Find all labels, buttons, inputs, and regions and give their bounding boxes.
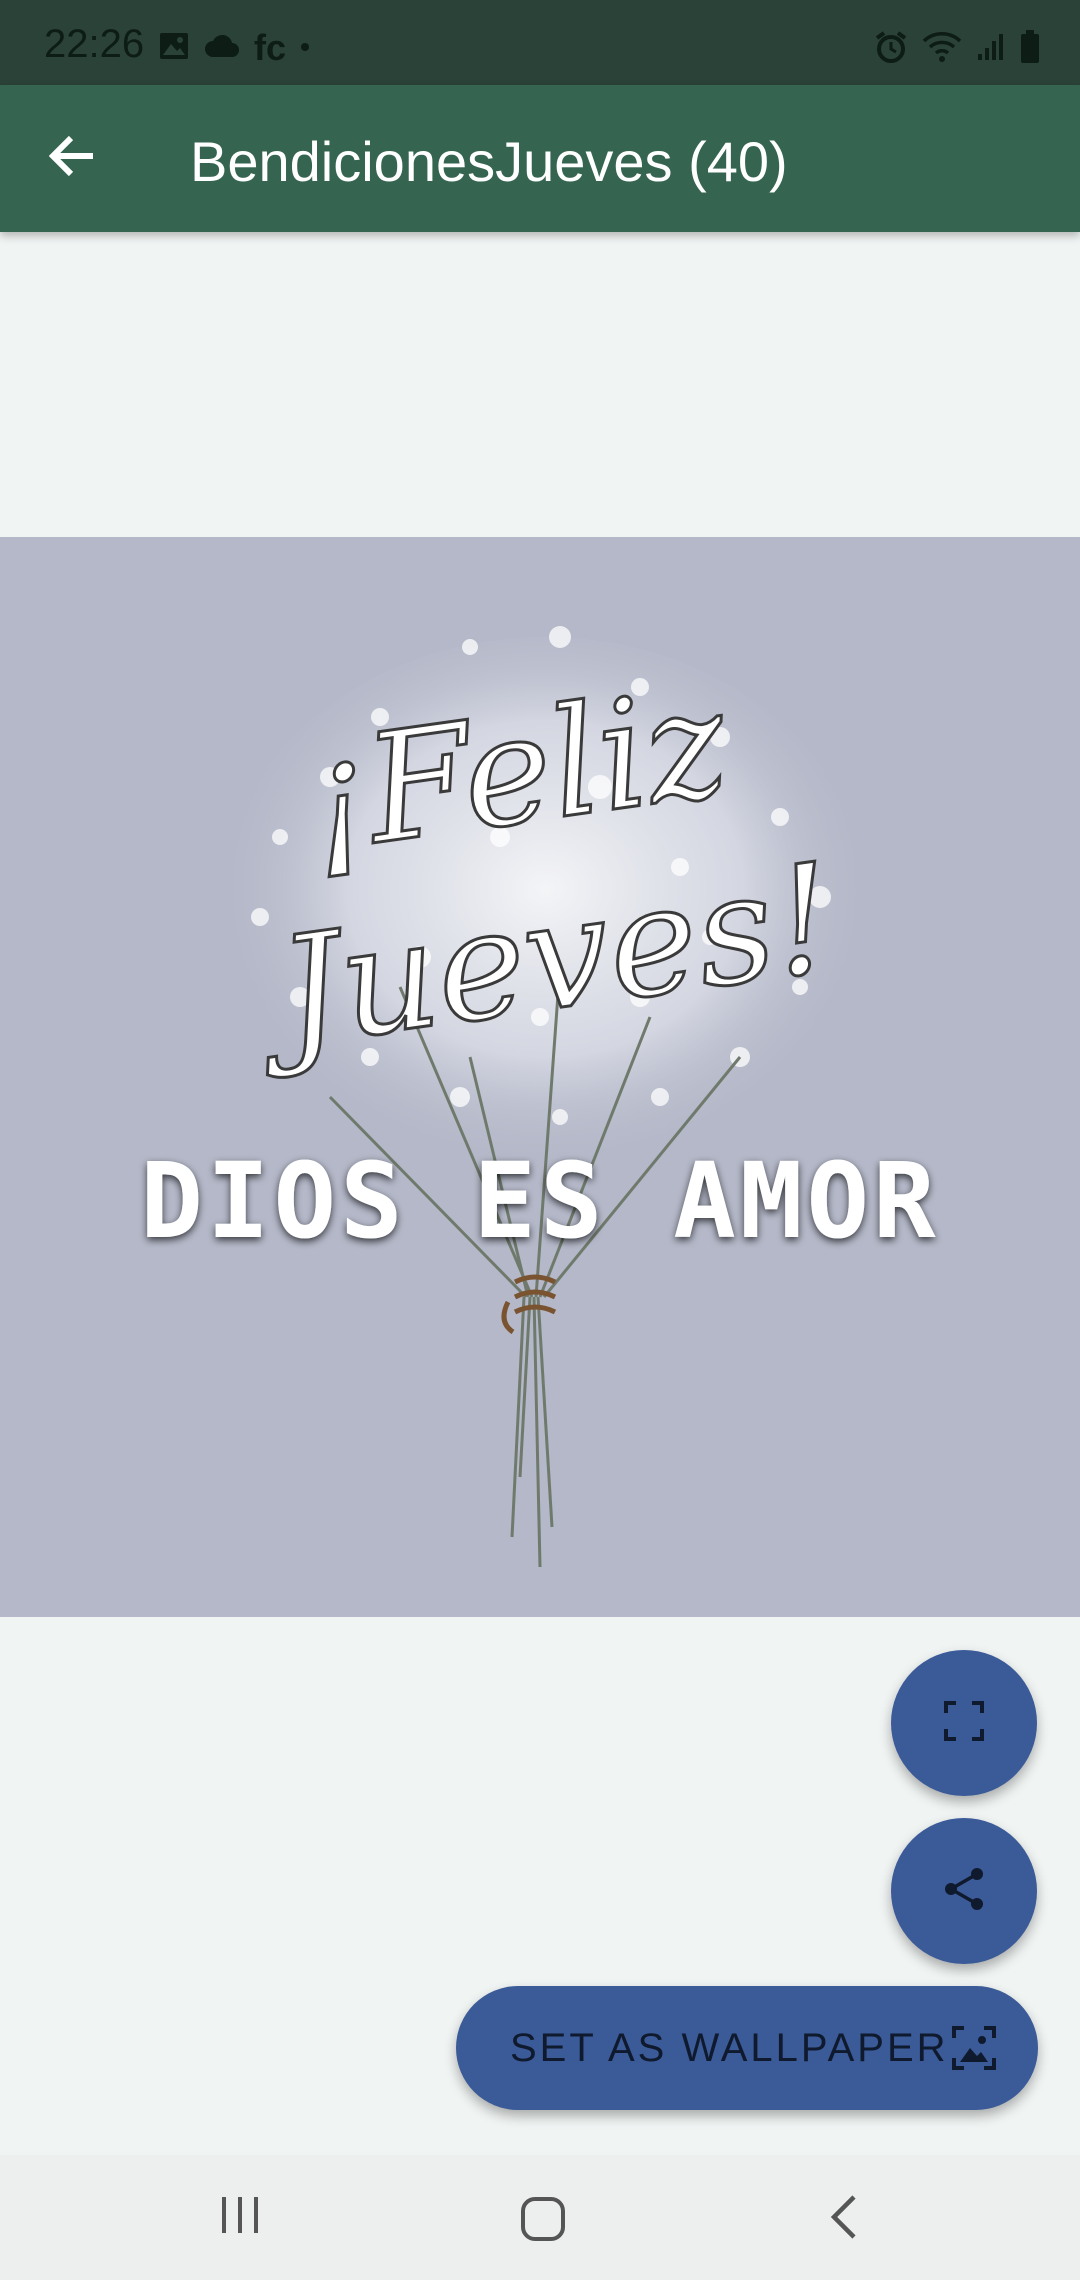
status-right-icons bbox=[874, 30, 1040, 69]
signal-icon bbox=[976, 32, 1006, 67]
arrow-back-icon bbox=[48, 134, 97, 183]
battery-icon bbox=[1020, 30, 1040, 69]
home-icon bbox=[515, 2191, 571, 2252]
image-icon bbox=[158, 31, 190, 66]
wallpaper-image-graphic: ¡Feliz Jueves! DIOS ES AMOR bbox=[0, 537, 1080, 1617]
status-bar: 22:26 fc bbox=[0, 0, 1080, 85]
set-as-wallpaper-label: SET AS WALLPAPER bbox=[510, 2026, 949, 2070]
back-chevron-icon bbox=[820, 2191, 870, 2248]
image-caption: DIOS ES AMOR bbox=[140, 1140, 939, 1262]
status-left-icons: fc bbox=[158, 30, 310, 66]
recents-button[interactable] bbox=[210, 2191, 270, 2244]
share-button[interactable] bbox=[891, 1818, 1037, 1964]
wallpaper-image[interactable]: ¡Feliz Jueves! DIOS ES AMOR bbox=[0, 537, 1080, 1617]
fullscreen-icon bbox=[942, 1699, 986, 1748]
home-button[interactable] bbox=[515, 2191, 571, 2252]
set-as-wallpaper-button[interactable]: SET AS WALLPAPER bbox=[456, 1986, 1038, 2110]
status-fc-text: fc bbox=[254, 27, 287, 68]
page-title: BendicionesJueves (40) bbox=[190, 130, 788, 193]
dot-icon bbox=[300, 39, 310, 57]
nav-back-button[interactable] bbox=[820, 2191, 870, 2248]
app-bar: BendicionesJueves (40) bbox=[0, 85, 1080, 232]
status-time: 22:26 bbox=[44, 22, 145, 66]
back-button[interactable] bbox=[40, 125, 106, 191]
wifi-icon bbox=[922, 31, 962, 68]
recents-icon bbox=[210, 2191, 270, 2244]
wallpaper-icon bbox=[950, 2024, 998, 2077]
fullscreen-button[interactable] bbox=[891, 1650, 1037, 1796]
system-nav-bar bbox=[0, 2155, 1080, 2280]
alarm-icon bbox=[874, 30, 908, 69]
cloud-icon bbox=[204, 33, 240, 64]
share-icon bbox=[941, 1866, 987, 1917]
